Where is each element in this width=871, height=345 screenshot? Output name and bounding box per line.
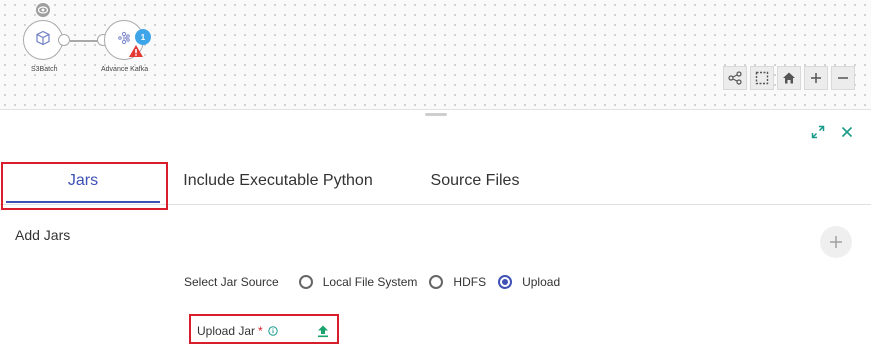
tab-source-files[interactable]: Source Files bbox=[418, 158, 532, 204]
pipeline-node-s3batch[interactable] bbox=[23, 20, 63, 60]
tab-include-executable-python[interactable]: Include Executable Python bbox=[172, 158, 384, 204]
node-count-badge: 1 bbox=[135, 29, 151, 45]
jar-source-selector: Select Jar Source Local File System HDFS… bbox=[184, 272, 572, 292]
cube-icon bbox=[35, 30, 51, 51]
radio-label: Upload bbox=[522, 275, 561, 289]
section-title: Add Jars bbox=[15, 227, 71, 243]
node-output-port[interactable] bbox=[58, 34, 70, 46]
plus-icon bbox=[829, 231, 843, 253]
node-label: S3Batch bbox=[31, 66, 58, 73]
radio-button[interactable] bbox=[498, 275, 513, 289]
radio-button[interactable] bbox=[429, 275, 444, 289]
share-graph-icon[interactable] bbox=[723, 66, 747, 90]
panel-controls bbox=[811, 125, 853, 144]
highlight-box-jars-tab bbox=[1, 162, 168, 210]
close-icon[interactable] bbox=[841, 125, 853, 144]
add-jar-button[interactable] bbox=[820, 226, 852, 258]
radio-hdfs[interactable]: HDFS bbox=[429, 275, 486, 289]
highlight-box-upload-jar bbox=[189, 314, 339, 344]
pipeline-canvas[interactable]: S3Batch 1 Advance Kafka bbox=[0, 0, 871, 110]
radio-local-file-system[interactable]: Local File System bbox=[298, 275, 418, 289]
zoom-in-icon[interactable] bbox=[804, 66, 828, 90]
home-icon[interactable] bbox=[777, 66, 801, 90]
warning-icon[interactable] bbox=[128, 44, 144, 63]
node-label: Advance Kafka bbox=[101, 66, 149, 73]
jar-source-label: Select Jar Source bbox=[184, 275, 279, 289]
eye-icon[interactable] bbox=[36, 3, 50, 17]
radio-label: Local File System bbox=[322, 275, 418, 289]
zoom-out-icon[interactable] bbox=[831, 66, 855, 90]
radio-upload[interactable]: Upload bbox=[498, 275, 560, 289]
select-area-icon[interactable] bbox=[750, 66, 774, 90]
radio-button[interactable] bbox=[298, 275, 313, 289]
expand-icon[interactable] bbox=[811, 125, 825, 144]
canvas-toolbar bbox=[723, 66, 855, 90]
radio-label: HDFS bbox=[453, 275, 487, 289]
panel-resize-handle[interactable] bbox=[425, 113, 447, 116]
node-connector bbox=[70, 40, 98, 42]
